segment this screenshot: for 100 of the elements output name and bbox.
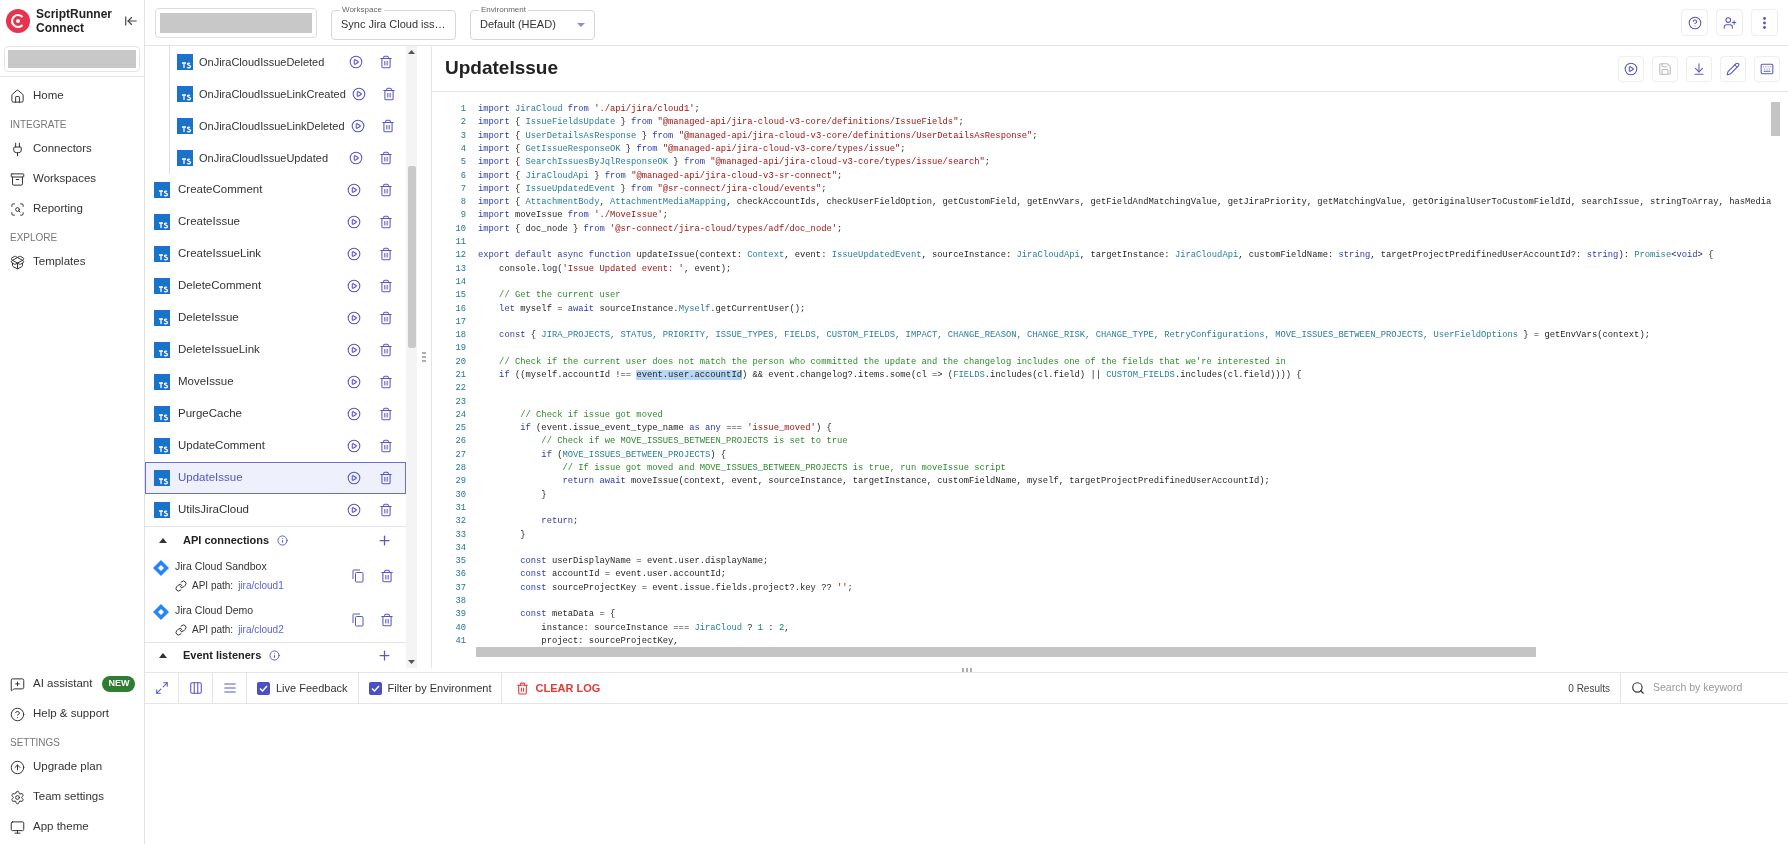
nav-item[interactable]: App theme bbox=[0, 812, 144, 842]
collapse-caret-icon[interactable] bbox=[159, 538, 167, 543]
nav-item[interactable]: AI assistant NEW bbox=[0, 669, 144, 699]
nav-item[interactable]: Help & support bbox=[0, 699, 144, 729]
script-item[interactable]: CreateIssueLink bbox=[145, 238, 406, 270]
delete-icon[interactable] bbox=[379, 151, 393, 165]
editor-action-button[interactable] bbox=[1686, 55, 1712, 82]
delete-icon[interactable] bbox=[381, 87, 396, 101]
script-item[interactable]: DeleteIssueLink bbox=[145, 334, 406, 366]
code-line: // Check if we MOVE_ISSUES_BETWEEN_PROJECTS is set to true bbox=[540, 435, 848, 449]
info-icon[interactable] bbox=[269, 650, 281, 661]
horizontal-scrollbar[interactable] bbox=[476, 647, 1536, 657]
delete-icon[interactable] bbox=[379, 471, 393, 485]
checkbox[interactable] bbox=[368, 681, 382, 695]
delete-icon[interactable] bbox=[379, 215, 393, 229]
run-icon[interactable] bbox=[347, 471, 361, 485]
script-item[interactable]: DeleteIssue bbox=[145, 302, 406, 334]
nav-item[interactable]: Templates bbox=[0, 247, 144, 277]
run-icon[interactable] bbox=[347, 311, 361, 325]
nav-item[interactable]: Upgrade plan bbox=[0, 752, 144, 782]
scrollbar[interactable] bbox=[406, 46, 417, 668]
script-item[interactable]: UpdateIssue bbox=[145, 462, 406, 494]
run-icon[interactable] bbox=[350, 119, 365, 133]
nav-item[interactable]: Reporting bbox=[0, 194, 144, 224]
delete-icon[interactable] bbox=[379, 279, 393, 293]
script-item[interactable]: MoveIssue bbox=[145, 366, 406, 398]
copy-icon[interactable] bbox=[352, 569, 364, 583]
code-line: const userDisplayName = event.user.displayName; bbox=[519, 555, 769, 569]
scrollbar-thumb[interactable] bbox=[407, 166, 416, 348]
delete-icon[interactable] bbox=[380, 119, 395, 133]
script-item[interactable]: UpdateComment bbox=[145, 430, 406, 462]
editor-action-button[interactable] bbox=[1720, 55, 1746, 82]
script-item[interactable]: CreateComment bbox=[145, 174, 406, 206]
search-field[interactable]: Search by keyword bbox=[1653, 680, 1778, 696]
script-item[interactable]: OnJiraCloudIssueUpdated bbox=[170, 142, 406, 174]
delete-icon[interactable] bbox=[379, 183, 393, 197]
run-icon[interactable] bbox=[347, 343, 361, 357]
resize-handle-icon[interactable] bbox=[422, 352, 426, 362]
code-line: // Check if the current user does not match the person who committed the update and the changelog includes one of the fields that we're interested in bbox=[498, 355, 1286, 369]
header-icon-button[interactable] bbox=[1751, 9, 1778, 36]
nav-item[interactable]: Workspaces bbox=[0, 164, 144, 194]
script-item[interactable]: UtilsJiraCloud bbox=[145, 494, 406, 526]
log-view-icon[interactable] bbox=[188, 681, 203, 695]
delete-icon[interactable] bbox=[379, 375, 393, 389]
redacted-field[interactable] bbox=[155, 7, 317, 38]
script-item[interactable]: DeleteComment bbox=[145, 270, 406, 302]
run-icon[interactable] bbox=[347, 407, 361, 421]
nav-item[interactable]: Team settings bbox=[0, 782, 144, 812]
script-item[interactable]: CreateIssue bbox=[145, 206, 406, 238]
header-icon-button[interactable] bbox=[1681, 9, 1708, 36]
clear-log-button[interactable]: CLEAR LOG bbox=[502, 673, 615, 703]
delete-icon[interactable] bbox=[379, 439, 393, 453]
run-icon[interactable] bbox=[351, 87, 366, 101]
run-icon[interactable] bbox=[347, 279, 361, 293]
delete-icon[interactable] bbox=[379, 343, 393, 357]
delete-icon[interactable] bbox=[379, 311, 393, 325]
line-number: 12 bbox=[454, 249, 466, 263]
run-icon[interactable] bbox=[347, 247, 361, 261]
nav-section-heading: EXPLORE bbox=[9, 231, 59, 245]
log-view-icon[interactable] bbox=[154, 681, 169, 695]
run-icon[interactable] bbox=[349, 151, 363, 165]
header-icon-button[interactable] bbox=[1716, 9, 1743, 36]
script-item[interactable]: OnJiraCloudIssueLinkCreated bbox=[170, 78, 406, 110]
line-number: 26 bbox=[454, 435, 466, 449]
add-icon[interactable] bbox=[377, 533, 392, 548]
editor-action-button[interactable] bbox=[1754, 55, 1780, 82]
dropdown-caret-icon bbox=[577, 22, 585, 27]
redacted-field[interactable] bbox=[4, 46, 140, 72]
delete-icon[interactable] bbox=[380, 569, 394, 583]
copy-icon[interactable] bbox=[352, 613, 364, 627]
api-path-link[interactable]: jira/cloud1 bbox=[238, 578, 284, 594]
collapse-sidebar-icon[interactable] bbox=[124, 14, 138, 28]
run-icon[interactable] bbox=[347, 375, 361, 389]
run-icon[interactable] bbox=[347, 439, 361, 453]
delete-icon[interactable] bbox=[379, 55, 393, 69]
line-number: 40 bbox=[454, 621, 466, 635]
run-icon[interactable] bbox=[347, 183, 361, 197]
script-item[interactable]: OnJiraCloudIssueDeleted bbox=[170, 46, 406, 78]
run-icon[interactable] bbox=[349, 55, 363, 69]
add-icon[interactable] bbox=[377, 648, 392, 663]
scroll-up-icon[interactable] bbox=[408, 50, 415, 54]
vertical-scrollbar[interactable] bbox=[1771, 102, 1780, 136]
delete-icon[interactable] bbox=[379, 407, 393, 421]
run-icon[interactable] bbox=[347, 215, 361, 229]
nav-item[interactable]: Connectors bbox=[0, 134, 144, 164]
info-icon[interactable] bbox=[277, 535, 289, 546]
script-item[interactable]: OnJiraCloudIssueLinkDeleted bbox=[170, 110, 406, 142]
nav-item[interactable]: Home bbox=[0, 81, 144, 111]
checkbox[interactable] bbox=[257, 681, 270, 695]
code-line: } bbox=[540, 488, 547, 502]
delete-icon[interactable] bbox=[379, 503, 393, 517]
scroll-down-icon[interactable] bbox=[408, 660, 415, 664]
script-item[interactable]: PurgeCache bbox=[145, 398, 406, 430]
collapse-caret-icon[interactable] bbox=[159, 653, 167, 658]
delete-icon[interactable] bbox=[380, 613, 394, 627]
editor-action-button[interactable] bbox=[1618, 55, 1644, 82]
run-icon[interactable] bbox=[347, 503, 361, 517]
delete-icon[interactable] bbox=[379, 247, 393, 261]
resize-handle-icon[interactable] bbox=[961, 668, 972, 672]
api-path-link[interactable]: jira/cloud2 bbox=[238, 622, 284, 638]
